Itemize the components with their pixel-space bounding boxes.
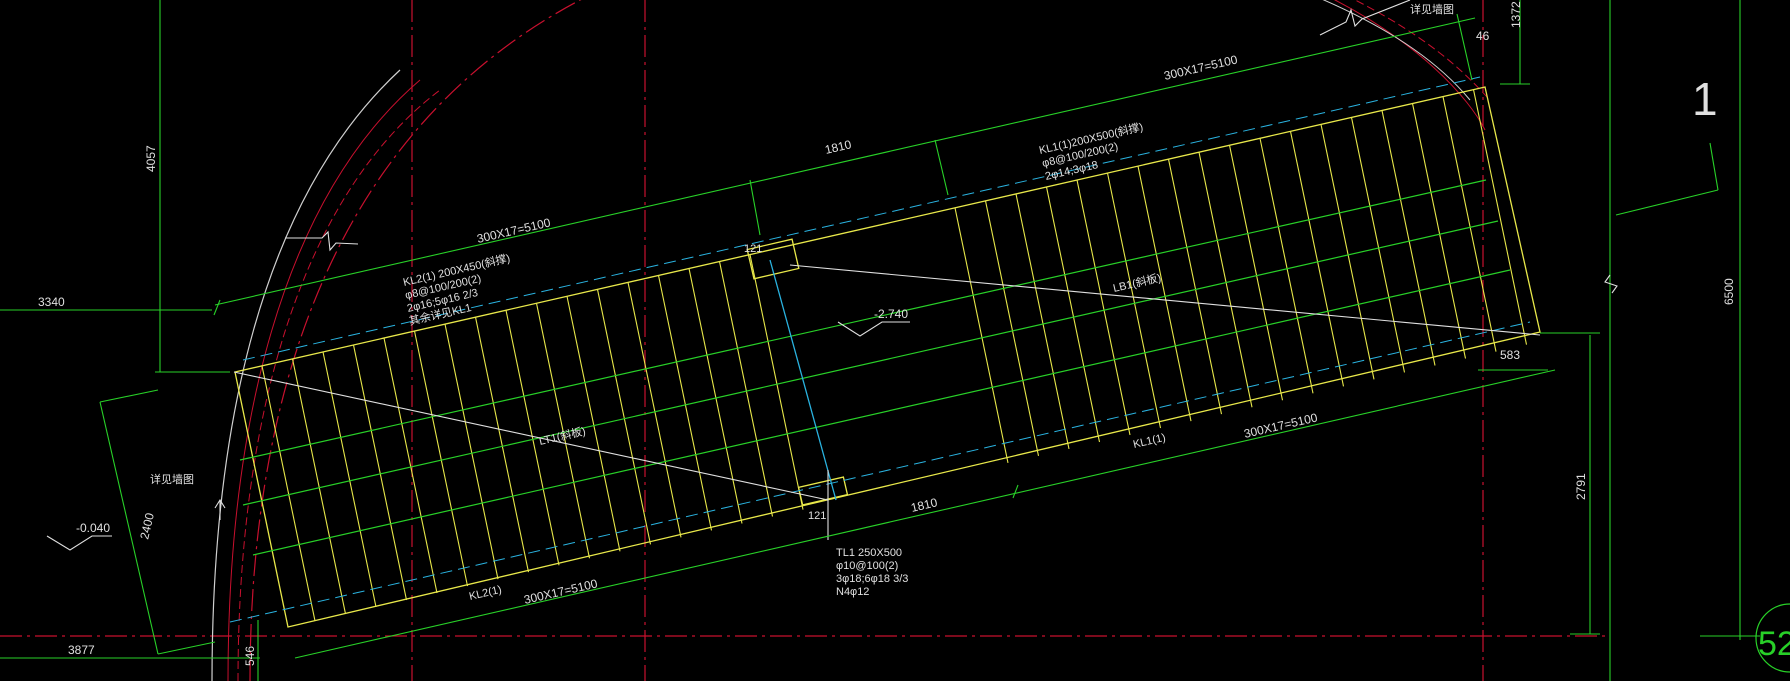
dim-bottom-overall: 300X17=5100 <box>1243 410 1320 441</box>
tread-line <box>596 289 652 545</box>
step-top-label: 121 <box>744 243 762 255</box>
kl1-bottom-label: KL1(1) <box>1132 432 1167 451</box>
tread-line <box>1015 193 1070 450</box>
dim-top-segment: 1810 <box>824 137 853 157</box>
tread-line <box>291 358 347 615</box>
tl1-line4: N4φ12 <box>836 586 869 598</box>
dim-top-right-overall: 300X17=5100 <box>1163 52 1240 83</box>
tread-line <box>984 200 1040 456</box>
tread-line <box>627 282 682 538</box>
tread-line <box>261 365 316 621</box>
tread-line <box>352 344 408 601</box>
tread-line <box>1259 138 1314 394</box>
dim-top-right-small-2: 46 <box>1476 29 1490 43</box>
tread-line <box>322 351 377 608</box>
tl1-line3: 3φ18;6φ18 3/3 <box>836 573 908 585</box>
dim-right-total-height: 6500 <box>1722 278 1736 305</box>
cad-drawing-canvas[interactable]: 300X17=5100 1810 300X17=5100 300X17=5100… <box>0 0 1790 681</box>
tread-line <box>954 207 1009 463</box>
dim-left-lower-offset: 3877 <box>68 643 95 657</box>
elevation-mid-label: -2.740 <box>874 307 908 321</box>
tread-line <box>1320 124 1375 380</box>
tread-line <box>383 337 438 594</box>
dim-left-offset: 3340 <box>38 295 65 309</box>
dim-bottom-small: 546 <box>243 646 257 666</box>
tread-line <box>1198 152 1253 408</box>
tread-line <box>1381 110 1436 366</box>
slab-label: LB1(斜板) <box>1112 270 1163 295</box>
tl1-line2: φ10@100(2) <box>836 560 898 572</box>
stringer-lines <box>239 179 1511 556</box>
tread-line <box>1472 89 1528 345</box>
tread-line <box>474 317 530 573</box>
tread-line <box>444 324 499 580</box>
dim-lower-left-overall: 300X17=5100 <box>523 576 600 607</box>
tread-line <box>1076 179 1131 436</box>
tread-line <box>688 268 743 524</box>
tread-line <box>1137 166 1192 422</box>
tread-line <box>749 254 804 510</box>
landing-edge-cyan <box>769 259 837 501</box>
tread-line <box>566 296 621 552</box>
dim-right-small: 583 <box>1500 348 1520 362</box>
elevation-left-label: -0.040 <box>76 521 110 535</box>
ref-top-label: 详见墙图 <box>1410 2 1454 16</box>
dim-top-overall: 300X17=5100 <box>476 215 553 246</box>
tread-line <box>1411 103 1467 359</box>
dim-right-height: 2791 <box>1574 473 1588 500</box>
grid-52-label: 52 <box>1758 625 1790 663</box>
centerline-dashed <box>229 76 1531 623</box>
tread-line <box>1289 131 1345 387</box>
tread-lines-left <box>261 254 804 621</box>
dim-left-upper-height: 4057 <box>144 145 158 172</box>
dim-left-slant: 2400 <box>137 511 157 540</box>
grid-1-label: 1 <box>1692 73 1718 125</box>
tread-line <box>1442 96 1497 352</box>
tread-line <box>1350 117 1406 373</box>
tread-line <box>1167 159 1223 415</box>
break-symbols <box>285 0 1618 294</box>
tl1-label: TL1 250X500 <box>836 547 902 559</box>
kl2-bottom-label: KL2(1) <box>468 584 503 603</box>
tread-line <box>1106 172 1162 429</box>
tread-line <box>413 330 469 587</box>
tread-line <box>657 275 713 531</box>
stair-outline <box>234 86 1541 628</box>
ref-left-label: 详见墙图 <box>150 472 194 486</box>
tread-line <box>1228 145 1284 401</box>
dim-top-right-small-1: 1372 <box>1509 1 1523 28</box>
tread-line <box>1045 186 1101 443</box>
step-bottom-label: 121 <box>808 510 826 522</box>
